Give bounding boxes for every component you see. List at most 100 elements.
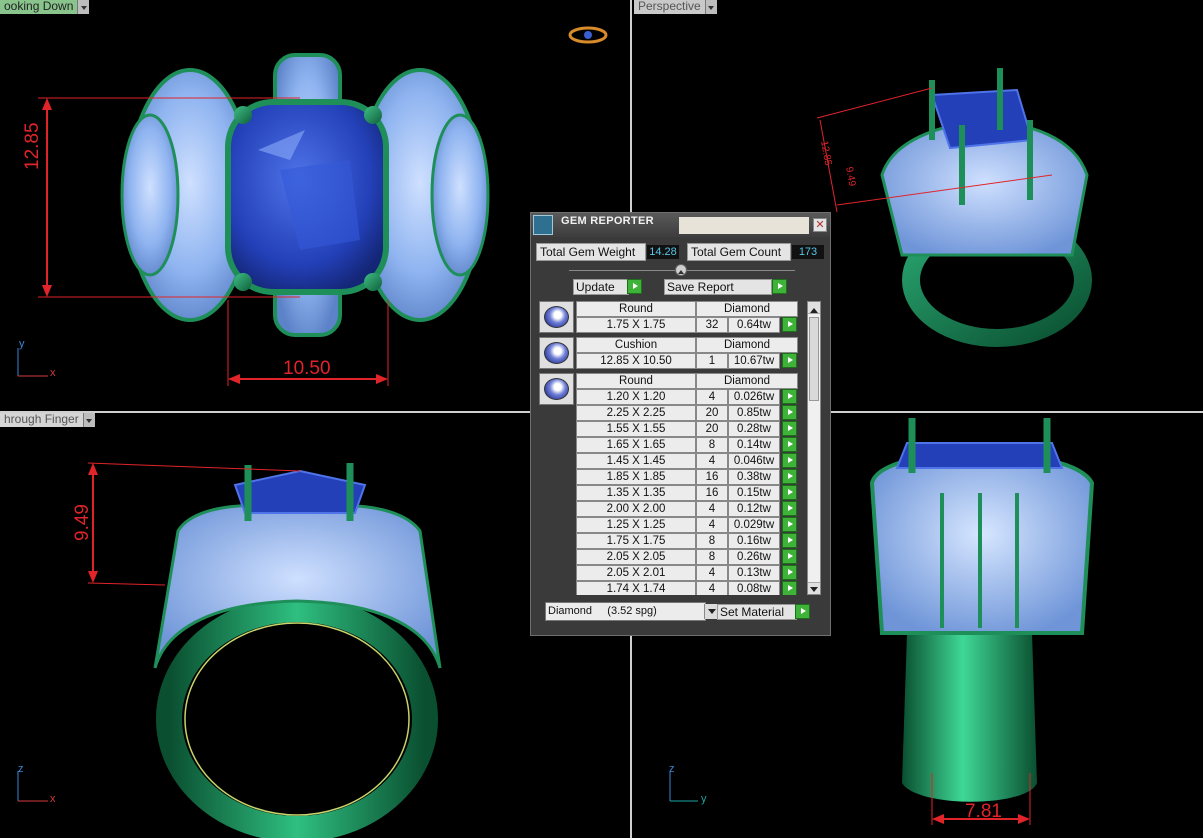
gem-count-cell[interactable]: 32 bbox=[696, 317, 728, 333]
gem-count-cell[interactable]: 4 bbox=[696, 389, 728, 405]
gem-weight-cell[interactable]: 0.029tw bbox=[728, 517, 780, 533]
gem-weight-cell[interactable]: 10.67tw bbox=[728, 353, 780, 369]
gem-weight-cell[interactable]: 0.26tw bbox=[728, 549, 780, 565]
save-report-go-icon[interactable] bbox=[772, 279, 787, 294]
gem-weight-cell[interactable]: 0.64tw bbox=[728, 317, 780, 333]
gem-row-go-icon[interactable] bbox=[782, 517, 797, 532]
gem-row-go-icon[interactable] bbox=[782, 533, 797, 548]
gem-size-cell[interactable]: 1.75 X 1.75 bbox=[576, 317, 696, 333]
gem-slider-knob[interactable] bbox=[675, 264, 687, 276]
material-select[interactable]: Diamond (3.52 spg) bbox=[545, 602, 719, 621]
gem-count-cell[interactable]: 1 bbox=[696, 353, 728, 369]
gem-count-cell[interactable]: 20 bbox=[696, 421, 728, 437]
gem-material-header: Diamond bbox=[696, 337, 798, 353]
gem-row-go-icon[interactable] bbox=[782, 389, 797, 404]
gem-count-cell[interactable]: 4 bbox=[696, 581, 728, 595]
viewport-label-looking-down[interactable]: ooking Down bbox=[0, 0, 90, 14]
gem-count-cell[interactable]: 4 bbox=[696, 565, 728, 581]
dimension-end-width: 7.81 bbox=[965, 801, 1002, 822]
gem-count-cell[interactable]: 4 bbox=[696, 501, 728, 517]
gem-count-cell[interactable]: 8 bbox=[696, 549, 728, 565]
gem-weight-cell[interactable]: 0.14tw bbox=[728, 437, 780, 453]
gem-row-go-icon[interactable] bbox=[782, 317, 797, 332]
gem-material-header: Diamond bbox=[696, 301, 798, 317]
gem-row-go-icon[interactable] bbox=[782, 565, 797, 580]
gem-count-cell[interactable]: 4 bbox=[696, 517, 728, 533]
total-gem-weight-label: Total Gem Weight bbox=[536, 243, 646, 261]
gem-size-cell[interactable]: 1.65 X 1.65 bbox=[576, 437, 696, 453]
gem-size-cell[interactable]: 1.45 X 1.45 bbox=[576, 453, 696, 469]
gem-row-go-icon[interactable] bbox=[782, 353, 797, 368]
scroll-thumb[interactable] bbox=[809, 317, 819, 401]
gem-weight-cell[interactable]: 0.38tw bbox=[728, 469, 780, 485]
gem-row-go-icon[interactable] bbox=[782, 501, 797, 516]
gem-size-cell[interactable]: 1.75 X 1.75 bbox=[576, 533, 696, 549]
gem-row-go-icon[interactable] bbox=[782, 581, 797, 595]
set-material-button[interactable]: Set Material bbox=[717, 604, 797, 620]
close-icon[interactable]: ✕ bbox=[813, 218, 827, 232]
gem-size-cell[interactable]: 1.74 X 1.74 bbox=[576, 581, 696, 595]
gem-size-cell[interactable]: 1.35 X 1.35 bbox=[576, 485, 696, 501]
gem-weight-cell[interactable]: 0.15tw bbox=[728, 485, 780, 501]
gem-count-cell[interactable]: 16 bbox=[696, 485, 728, 501]
gem-row-go-icon[interactable] bbox=[782, 469, 797, 484]
dimension-top-width: 10.50 bbox=[283, 358, 331, 379]
gem-count-cell[interactable]: 8 bbox=[696, 437, 728, 453]
gem-size-cell[interactable]: 2.00 X 2.00 bbox=[576, 501, 696, 517]
gem-row-go-icon[interactable] bbox=[782, 549, 797, 564]
gem-thumbnail-icon bbox=[544, 378, 569, 400]
dimension-side-height: 9.49 bbox=[72, 504, 93, 541]
titlebar-drag-area[interactable] bbox=[679, 217, 809, 234]
total-gem-count-label: Total Gem Count bbox=[687, 243, 791, 261]
axis-label-x: x bbox=[50, 793, 56, 805]
scroll-down-icon[interactable] bbox=[808, 582, 820, 594]
gem-count-cell[interactable]: 8 bbox=[696, 533, 728, 549]
gem-shape-header: Round bbox=[576, 301, 696, 317]
gem-weight-cell[interactable]: 0.046tw bbox=[728, 453, 780, 469]
axis-label-z: z bbox=[18, 763, 24, 775]
update-go-icon[interactable] bbox=[627, 279, 642, 294]
scroll-up-icon[interactable] bbox=[808, 302, 820, 314]
gem-size-cell[interactable]: 1.25 X 1.25 bbox=[576, 517, 696, 533]
gem-row-go-icon[interactable] bbox=[782, 405, 797, 420]
gem-count-cell[interactable]: 16 bbox=[696, 469, 728, 485]
gem-row-go-icon[interactable] bbox=[782, 453, 797, 468]
update-button[interactable]: Update bbox=[573, 279, 629, 295]
gem-weight-cell[interactable]: 0.026tw bbox=[728, 389, 780, 405]
gem-row-go-icon[interactable] bbox=[782, 485, 797, 500]
gem-size-cell[interactable]: 2.05 X 2.01 bbox=[576, 565, 696, 581]
gem-size-cell[interactable]: 2.25 X 2.25 bbox=[576, 405, 696, 421]
gem-size-cell[interactable]: 2.05 X 2.05 bbox=[576, 549, 696, 565]
gem-weight-cell[interactable]: 0.28tw bbox=[728, 421, 780, 437]
gem-reporter-titlebar[interactable]: GEM REPORTER ✕ bbox=[531, 213, 830, 237]
save-report-button[interactable]: Save Report bbox=[664, 279, 772, 295]
gem-shape-icon[interactable] bbox=[539, 337, 574, 369]
gem-weight-cell[interactable]: 0.85tw bbox=[728, 405, 780, 421]
gem-weight-cell[interactable]: 0.16tw bbox=[728, 533, 780, 549]
viewport-label-perspective[interactable]: Perspective bbox=[634, 0, 717, 14]
gem-weight-cell[interactable]: 0.13tw bbox=[728, 565, 780, 581]
gem-count-cell[interactable]: 4 bbox=[696, 453, 728, 469]
gem-count-cell[interactable]: 20 bbox=[696, 405, 728, 421]
chevron-down-icon[interactable] bbox=[77, 0, 90, 14]
gem-shape-icon[interactable] bbox=[539, 373, 574, 405]
gem-reporter-title: GEM REPORTER bbox=[561, 215, 654, 227]
gem-weight-cell[interactable]: 0.12tw bbox=[728, 501, 780, 517]
gem-size-cell[interactable]: 12.85 X 10.50 bbox=[576, 353, 696, 369]
viewport-label-text: ooking Down bbox=[4, 0, 74, 13]
chevron-down-icon[interactable] bbox=[704, 0, 717, 14]
set-material-go-icon[interactable] bbox=[795, 604, 810, 619]
gem-weight-cell[interactable]: 0.08tw bbox=[728, 581, 780, 595]
gem-size-cell[interactable]: 1.85 X 1.85 bbox=[576, 469, 696, 485]
gem-list[interactable]: Round Diamond 1.75 X 1.75 32 0.64tw Cushion Di… bbox=[539, 301, 809, 595]
gem-row-go-icon[interactable] bbox=[782, 437, 797, 452]
gem-shape-icon[interactable] bbox=[539, 301, 574, 333]
gem-size-cell[interactable]: 1.55 X 1.55 bbox=[576, 421, 696, 437]
viewport-label-through-finger[interactable]: hrough Finger bbox=[0, 413, 95, 427]
total-gem-count-value: 173 bbox=[792, 245, 824, 259]
gem-row-go-icon[interactable] bbox=[782, 421, 797, 436]
material-select-value: Diamond (3.52 spg) bbox=[548, 605, 657, 617]
gem-list-scrollbar[interactable] bbox=[807, 301, 821, 595]
gem-size-cell[interactable]: 1.20 X 1.20 bbox=[576, 389, 696, 405]
chevron-down-icon[interactable] bbox=[82, 413, 95, 427]
